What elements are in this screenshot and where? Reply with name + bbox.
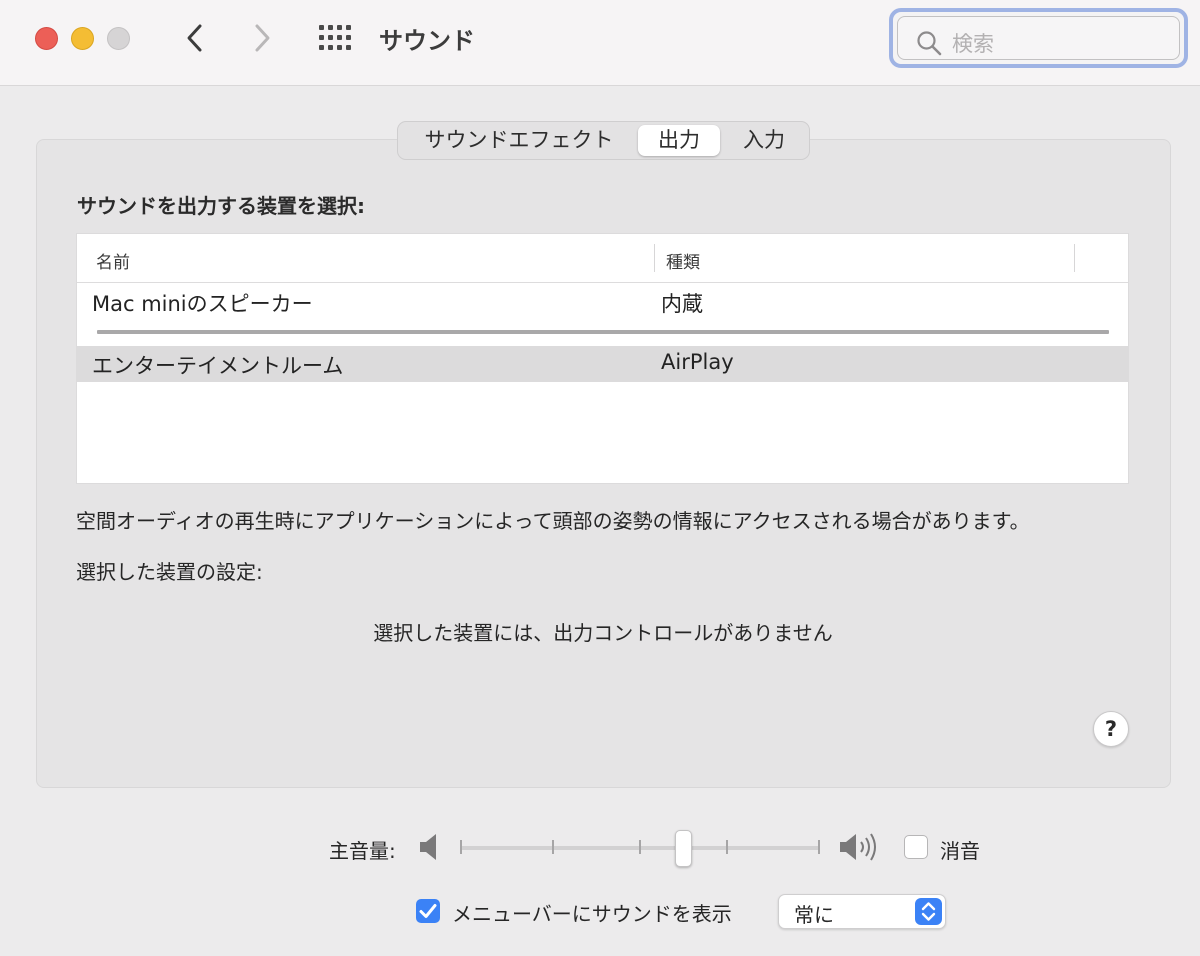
row-separator [97,330,1109,334]
table-row[interactable]: Mac miniのスピーカー 内蔵 [77,284,1128,320]
tab-bar: サウンドエフェクト 出力 入力 [397,121,810,160]
show-in-menubar-label: メニューバーにサウンドを表示 [452,902,732,926]
slider-tick [818,840,820,854]
show-all-button[interactable] [318,24,352,52]
chevron-up-down-icon [921,902,936,921]
slider-tick [726,840,728,854]
menubar-visibility-popup[interactable]: 常に [778,894,946,929]
speaker-high-icon [840,833,876,861]
grid-icon [319,25,351,50]
search-input[interactable]: 検索 [897,16,1180,60]
search-icon [917,31,942,56]
close-button[interactable] [35,27,58,50]
search-placeholder: 検索 [952,32,994,56]
popup-arrows [915,898,942,925]
no-controls-message: 選択した装置には、出力コントロールがありません [373,621,833,645]
device-name: Mac miniのスピーカー [92,292,313,316]
zoom-button[interactable] [107,27,130,50]
selected-device-settings-label: 選択した装置の設定: [76,560,263,584]
help-button[interactable]: ? [1093,711,1129,747]
table-row-selected[interactable]: エンターテイメントルーム AirPlay [77,346,1128,382]
show-in-menubar-checkbox[interactable] [416,899,440,923]
mute-checkbox[interactable] [904,835,928,859]
device-name: エンターテイメントルーム [92,354,344,378]
spatial-audio-note: 空間オーディオの再生時にアプリケーションによって頭部の姿勢の情報にアクセスされる… [76,509,1030,533]
slider-tick [460,840,462,854]
slider-tick [639,840,641,854]
column-header-type[interactable]: 種類 [666,248,700,273]
speaker-low-icon [420,834,436,860]
window-title: サウンド [379,27,475,55]
volume-slider[interactable] [454,826,826,870]
tab-output[interactable]: 出力 [638,125,720,156]
title-bar: サウンド 検索 [0,0,1200,86]
column-header-name[interactable]: 名前 [96,248,130,273]
section-title: サウンドを出力する装置を選択: [77,194,365,218]
column-divider[interactable] [654,244,655,272]
tab-sound-effects[interactable]: サウンドエフェクト [406,125,632,156]
tab-input[interactable]: 入力 [724,125,804,156]
slider-tick [552,840,554,854]
checkmark-icon [419,904,437,918]
chevron-right-icon [255,24,270,52]
search-field[interactable]: 検索 [889,8,1188,68]
back-button[interactable] [181,22,209,54]
device-type: AirPlay [661,350,734,374]
chevron-left-icon [187,24,202,52]
slider-thumb[interactable] [674,830,692,867]
popup-value: 常に [794,903,834,927]
device-table: 名前 種類 Mac miniのスピーカー 内蔵 エンターテイメントルーム Air… [76,233,1129,484]
column-divider[interactable] [1074,244,1075,272]
volume-label: 主音量: [329,839,396,863]
header-divider [77,282,1128,283]
forward-button[interactable] [248,22,276,54]
minimize-button[interactable] [71,27,94,50]
device-type: 内蔵 [661,292,703,316]
mute-label: 消音 [940,839,980,863]
